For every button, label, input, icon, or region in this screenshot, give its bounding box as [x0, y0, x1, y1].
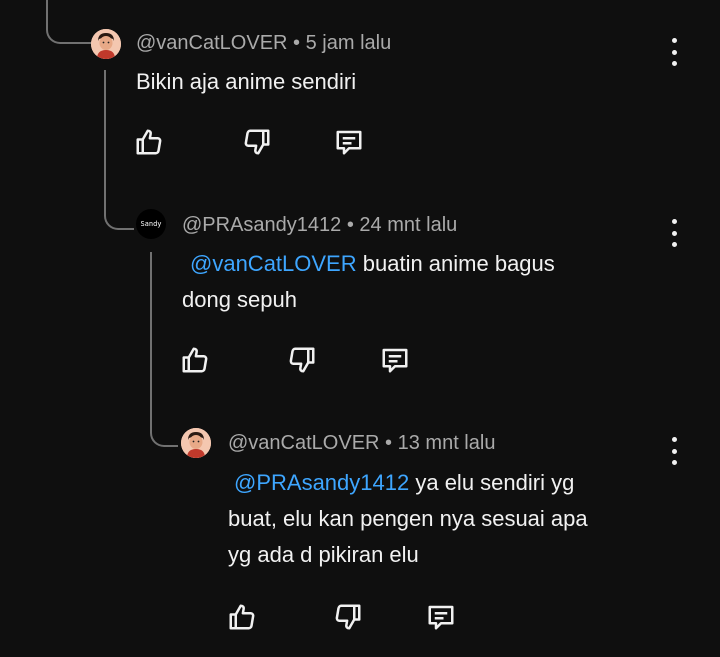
avatar-logo-text: Sandy	[140, 220, 162, 228]
boy-avatar-icon[interactable]	[181, 428, 211, 458]
meta-separator: •	[379, 432, 398, 454]
like-icon[interactable]	[132, 125, 166, 159]
meta-separator: •	[341, 214, 360, 236]
like-icon[interactable]	[178, 343, 212, 377]
comment-author[interactable]: @vanCatLOVER	[228, 432, 379, 454]
meta-separator: •	[287, 32, 306, 54]
reply-icon[interactable]	[332, 125, 366, 159]
mention-link[interactable]: @PRAsandy1412	[234, 470, 409, 495]
dislike-icon[interactable]	[331, 600, 365, 634]
comment-meta: @vanCatLOVER • 13 mnt lalu	[228, 432, 495, 455]
more-options-icon[interactable]	[664, 219, 684, 247]
comment-text-line: buat, elu kan pengen nya sesuai apa	[228, 506, 588, 531]
thread-line-level3	[150, 252, 178, 447]
comment-text-line: yg ada d pikiran elu	[228, 542, 419, 567]
reply-icon[interactable]	[378, 343, 412, 377]
comment-text: Bikin aja anime sendiri	[136, 69, 357, 94]
comment-author[interactable]: @vanCatLOVER	[136, 32, 287, 54]
reply-icon[interactable]	[424, 600, 458, 634]
comment-meta: @PRAsandy1412 • 24 mnt lalu	[182, 214, 457, 237]
comment-text: @PRAsandy1412 ya elu sendiri yg buat, el…	[228, 465, 668, 573]
more-options-icon[interactable]	[664, 437, 684, 465]
comment-text: @vanCatLOVER buatin anime bagus dong sep…	[182, 246, 642, 318]
thread-line-top	[46, 0, 92, 44]
sandy-logo-icon[interactable]: Sandy	[136, 209, 166, 239]
mention-link[interactable]: @vanCatLOVER	[190, 251, 357, 276]
dislike-icon[interactable]	[285, 343, 319, 377]
comment-text-line: ya elu sendiri yg	[415, 470, 575, 495]
comment-text-line: buatin anime bagus	[362, 251, 555, 276]
boy-avatar-icon[interactable]	[91, 29, 121, 59]
more-options-icon[interactable]	[664, 38, 684, 66]
thread-line-level2	[104, 70, 134, 230]
comment-meta: @vanCatLOVER • 5 jam lalu	[136, 32, 391, 55]
comment-author[interactable]: @PRAsandy1412	[182, 214, 341, 236]
like-icon[interactable]	[225, 600, 259, 634]
dislike-icon[interactable]	[240, 125, 274, 159]
comment-time: 24 mnt lalu	[359, 214, 458, 236]
comment-time: 13 mnt lalu	[397, 432, 496, 454]
comment-text-line: dong sepuh	[182, 287, 297, 312]
comment-time: 5 jam lalu	[305, 32, 392, 54]
